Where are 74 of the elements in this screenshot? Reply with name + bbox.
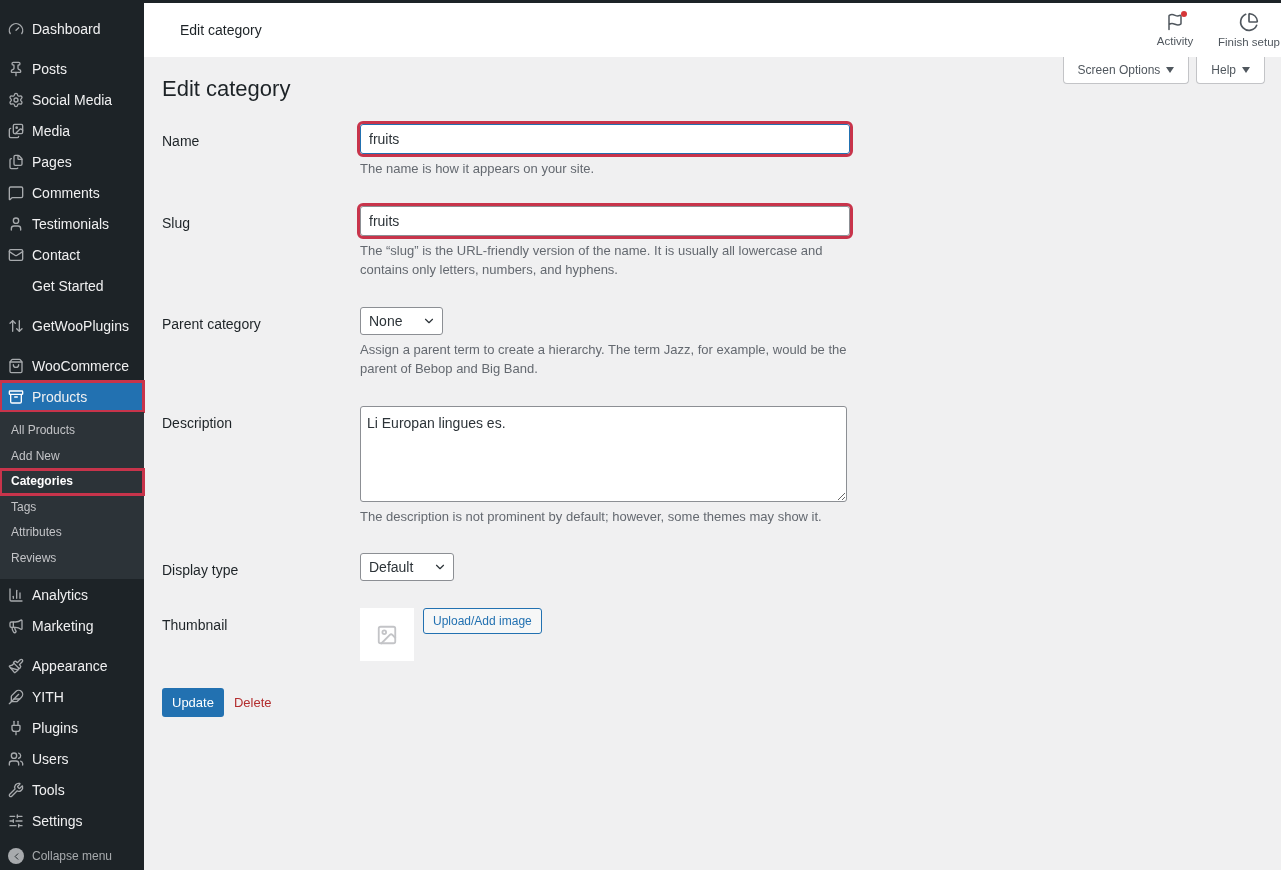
delete-link[interactable]: Delete bbox=[233, 695, 272, 710]
speech-bubble-icon bbox=[8, 184, 24, 201]
sidebar-item[interactable]: Dashboard bbox=[0, 13, 144, 44]
sidebar-item[interactable]: GetWooPlugins bbox=[0, 310, 144, 341]
sidebar-item[interactable]: Appearance bbox=[0, 650, 144, 681]
field-label: Parent category bbox=[162, 314, 262, 334]
sidebar-item[interactable]: Users bbox=[0, 743, 144, 774]
caret-icon bbox=[1242, 67, 1250, 73]
submenu-item[interactable]: Categories bbox=[0, 469, 144, 495]
help-text: The name is how it appears on your site. bbox=[360, 160, 596, 178]
header-action[interactable]: Activity bbox=[1133, 3, 1207, 57]
bag-icon bbox=[8, 357, 24, 374]
page-title: Edit category bbox=[162, 76, 292, 102]
megaphone-icon bbox=[8, 617, 24, 634]
sidebar-item[interactable]: Social Media bbox=[0, 84, 144, 115]
sidebar-item[interactable]: Settings bbox=[0, 805, 144, 836]
sidebar-item[interactable]: Pages bbox=[0, 146, 144, 177]
sidebar-item[interactable]: Contact bbox=[0, 239, 144, 270]
paintbrush-icon bbox=[8, 657, 24, 674]
sidebar-item[interactable]: Plugins bbox=[0, 712, 144, 743]
field-label: Slug bbox=[162, 213, 192, 233]
plug-icon bbox=[8, 719, 24, 736]
submenu-item[interactable]: Add New bbox=[0, 443, 144, 469]
images-icon bbox=[8, 122, 24, 139]
person-icon bbox=[8, 215, 24, 232]
people-icon bbox=[8, 750, 24, 767]
screen-tab[interactable]: Screen Options bbox=[1062, 57, 1190, 84]
archive-icon bbox=[8, 388, 24, 405]
sidebar-item[interactable]: Tools bbox=[0, 774, 144, 805]
sidebar-item[interactable]: Products bbox=[0, 381, 144, 412]
pages-icon bbox=[8, 153, 24, 170]
feather-icon bbox=[8, 688, 24, 705]
arrows-icon bbox=[8, 317, 24, 334]
header-title: Edit category bbox=[180, 22, 262, 38]
select-field[interactable]: None bbox=[360, 306, 444, 335]
gauge-icon bbox=[8, 20, 24, 37]
sidebar-item[interactable]: Analytics bbox=[0, 579, 144, 610]
field-label: Description bbox=[162, 413, 234, 433]
sliders-icon bbox=[8, 812, 24, 829]
collapse-menu-button[interactable]: Collapse menu bbox=[0, 842, 144, 870]
image-placeholder bbox=[360, 608, 414, 661]
sidebar-item[interactable]: Posts bbox=[0, 53, 144, 84]
field-label: Display type bbox=[162, 561, 240, 580]
caret-icon bbox=[1166, 67, 1175, 73]
submenu-item[interactable]: All Products bbox=[0, 418, 144, 444]
wrench-icon bbox=[8, 781, 24, 798]
collapse-icon bbox=[8, 848, 24, 864]
header-action[interactable]: Finish setup bbox=[1207, 3, 1281, 57]
submenu-item[interactable]: Attributes bbox=[0, 520, 144, 546]
bar-chart-icon bbox=[8, 586, 24, 603]
update-button[interactable]: Update bbox=[162, 688, 224, 717]
field-label: Name bbox=[162, 132, 201, 151]
submenu-item[interactable]: Tags bbox=[0, 494, 144, 520]
pin-icon bbox=[8, 60, 24, 77]
field-label: Thumbnail bbox=[162, 616, 229, 635]
envelope-icon bbox=[8, 246, 24, 263]
sidebar-item[interactable]: Media bbox=[0, 115, 144, 146]
sidebar-item[interactable]: Comments bbox=[0, 177, 144, 208]
help-text: The description is not prominent by default; however, some themes may show it. bbox=[360, 507, 823, 526]
text-field[interactable]: fruits bbox=[360, 205, 850, 236]
help-text: Assign a parent term to create a hierarchy. The term Jazz, for example, would be the parent of Bebop and Big Band. bbox=[360, 340, 848, 378]
upload-button[interactable]: Upload/Add image bbox=[423, 608, 542, 634]
submenu-item[interactable]: Reviews bbox=[0, 545, 144, 571]
sidebar-item[interactable]: Get Started bbox=[0, 270, 144, 301]
sidebar-item[interactable]: Testimonials bbox=[0, 208, 144, 239]
textarea-field[interactable]: Li Europan lingues es. bbox=[360, 405, 847, 502]
sidebar-item[interactable]: Marketing bbox=[0, 610, 144, 641]
screen-tab[interactable]: Help bbox=[1196, 57, 1265, 84]
sidebar-item[interactable]: YITH bbox=[0, 681, 144, 712]
sidebar-item[interactable]: WooCommerce bbox=[0, 350, 144, 381]
gear-icon bbox=[8, 91, 24, 108]
select-field[interactable]: Default bbox=[360, 553, 455, 581]
text-field[interactable]: fruits bbox=[360, 124, 850, 154]
help-text: The “slug” is the URL-friendly version of the name. It is usually all lowercase and contains only letters, numbers, and hyphens. bbox=[360, 241, 824, 279]
